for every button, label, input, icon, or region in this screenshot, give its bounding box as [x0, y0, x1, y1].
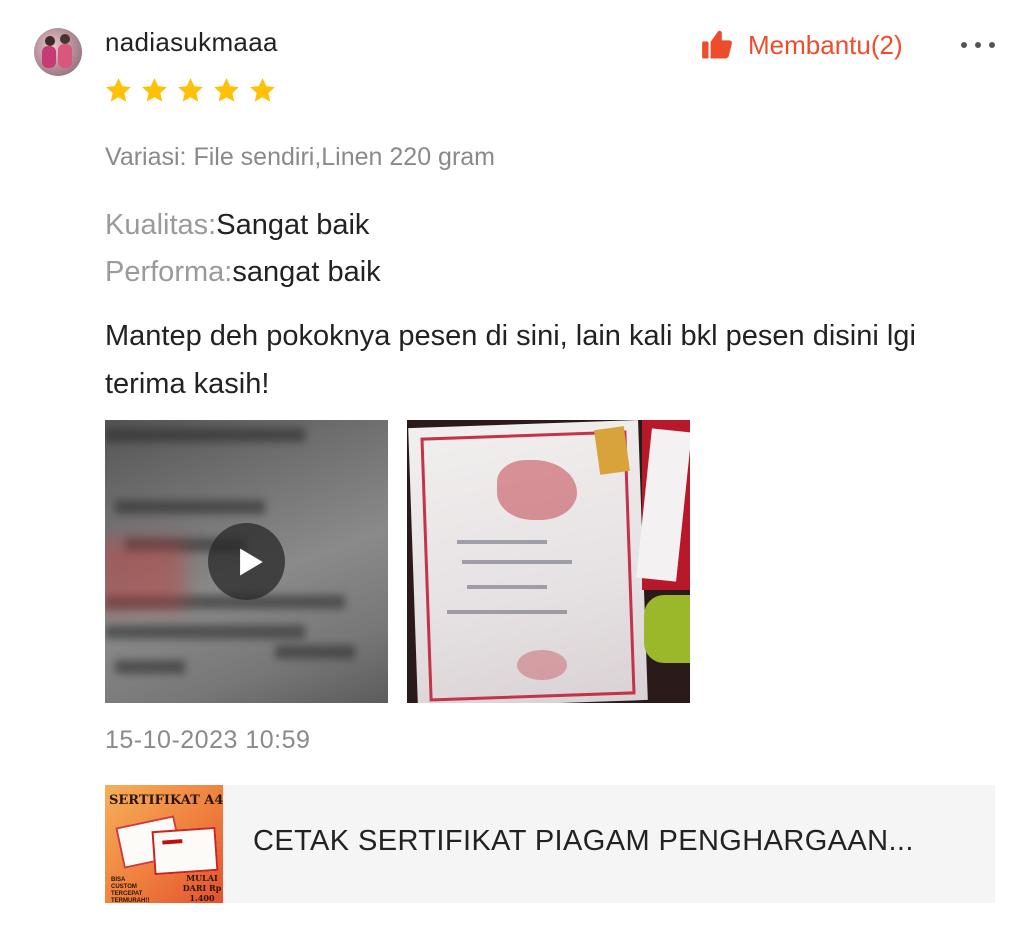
photo-detail: [517, 650, 567, 680]
attribute-key: Performa:: [105, 256, 233, 288]
product-thumbnail: SERTIFIKAT A4 BISA CUSTOM TERCEPAT TERMU…: [105, 785, 223, 903]
thumbnail-heading: SERTIFIKAT A4: [109, 793, 223, 808]
helpful-button[interactable]: Membantu(2): [700, 28, 903, 62]
attribute-value: Sangat baik: [216, 209, 370, 241]
video-blur: [105, 540, 185, 610]
star-rating: [104, 76, 277, 105]
review-timestamp: 15-10-2023 10:59: [105, 726, 311, 754]
helpful-label: Membantu(2): [748, 29, 903, 60]
star-icon: [142, 78, 167, 102]
star-icon: [214, 78, 239, 102]
more-icon-dot: [961, 42, 967, 48]
video-blur: [275, 645, 355, 659]
more-options-button[interactable]: [961, 30, 995, 60]
product-title: CETAK SERTIFIKAT PIAGAM PENGHARGAAN...: [253, 825, 914, 857]
more-icon-dot: [975, 42, 981, 48]
avatar-figure: [45, 36, 55, 46]
video-blur: [105, 428, 305, 442]
attribute-performance: Performa:sangat baik: [105, 256, 381, 289]
star-icon: [250, 78, 275, 102]
avatar-figure: [58, 44, 72, 68]
photo-detail: [467, 585, 547, 589]
attribute-quality: Kualitas:Sangat baik: [105, 209, 369, 242]
video-blur: [115, 500, 265, 514]
avatar-figure: [42, 46, 56, 68]
attribute-value: sangat baik: [232, 256, 381, 288]
more-icon-dot: [989, 42, 995, 48]
thumbnail-price: MULAI DARI Rp 1.400: [182, 873, 222, 903]
photo-detail: [447, 610, 567, 614]
thumbnail-note: BISA CUSTOM TERCEPAT TERMURAH!!: [111, 877, 150, 903]
photo-detail: [457, 540, 547, 544]
thumbs-up-icon: [702, 30, 732, 59]
review-video-thumbnail[interactable]: [105, 420, 388, 703]
product-card[interactable]: SERTIFIKAT A4 BISA CUSTOM TERCEPAT TERMU…: [105, 785, 995, 903]
photo-detail: [462, 560, 572, 564]
video-blur: [115, 660, 185, 674]
star-icon: [106, 78, 131, 102]
username[interactable]: nadiasukmaaa: [105, 27, 278, 58]
review-photo-thumbnail[interactable]: [407, 420, 690, 703]
photo-detail: [644, 595, 690, 663]
variation-text: Variasi: File sendiri,Linen 220 gram: [105, 143, 496, 171]
thumbnail-certificate: [151, 826, 219, 876]
avatar[interactable]: [34, 28, 82, 76]
star-icon: [178, 78, 203, 102]
video-blur: [105, 625, 305, 639]
review-comment: Mantep deh pokoknya pesen di sini, lain …: [105, 320, 916, 400]
play-button[interactable]: [208, 523, 285, 600]
avatar-figure: [60, 34, 70, 44]
attribute-key: Kualitas:: [105, 209, 217, 241]
play-icon: [239, 548, 263, 575]
photo-detail: [594, 426, 630, 475]
